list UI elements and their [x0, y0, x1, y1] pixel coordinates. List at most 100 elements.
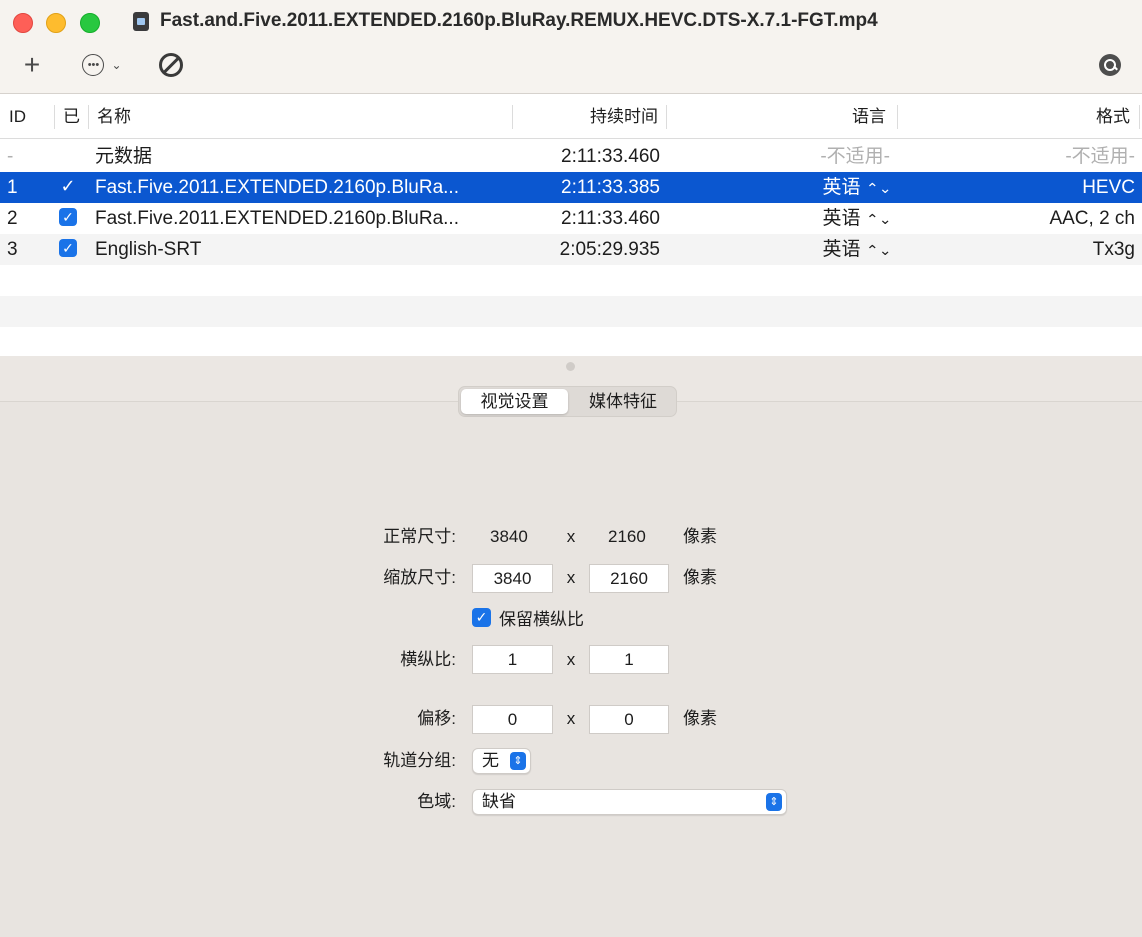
row-format: Tx3g	[1092, 239, 1135, 260]
empty-row	[0, 296, 1142, 327]
empty-row	[0, 265, 1142, 296]
up-down-chevron-icon: ⇕	[766, 793, 782, 811]
row-duration: 2:11:33.460	[561, 208, 660, 229]
table-row[interactable]: 2 ✓ Fast.Five.2011.EXTENDED.2160p.BluRa.…	[0, 203, 1142, 234]
row-language: 英语	[822, 239, 861, 260]
checkmark-icon: ✓	[59, 239, 77, 258]
aspect-ratio-label: 横纵比:	[400, 650, 456, 669]
row-name: Fast.Five.2011.EXTENDED.2160p.BluRa...	[95, 208, 459, 229]
language-popup[interactable]: 英语 ⌃⌄	[700, 172, 890, 203]
up-down-chevron-icon: ⌃⌄	[865, 180, 890, 196]
app-window: Fast.and.Five.2011.EXTENDED.2160p.BluRay…	[0, 0, 1142, 937]
column-header-language[interactable]: 语言	[700, 94, 886, 139]
offset-x-field[interactable]: 0	[472, 705, 553, 734]
times-label: x	[566, 527, 576, 546]
tab-media-characteristics[interactable]: 媒体特征	[571, 389, 675, 414]
row-id: -	[7, 146, 14, 167]
column-divider	[54, 105, 55, 129]
row-enabled-checkbox[interactable]: ✓	[59, 172, 79, 203]
search-button[interactable]	[1099, 50, 1121, 80]
unit-label: 像素	[683, 709, 717, 728]
chevron-down-icon: ⌄	[111, 58, 122, 72]
ellipsis-circle-icon: •••	[82, 54, 105, 76]
aspect-height-field[interactable]: 1	[589, 645, 669, 674]
titlebar: Fast.and.Five.2011.EXTENDED.2160p.BluRay…	[0, 0, 1142, 94]
settings-tabs: 视觉设置 媒体特征	[458, 386, 677, 417]
row-id: 1	[7, 177, 18, 198]
color-gamut-value: 缺省	[482, 792, 516, 811]
scaled-height-field[interactable]: 2160	[589, 564, 669, 593]
track-table: ID 已 名称 持续时间 语言 格式 - 元数据 2:11:33.460 -不适…	[0, 94, 1142, 356]
row-name: English-SRT	[95, 239, 202, 260]
up-down-chevron-icon: ⌃⌄	[865, 211, 890, 227]
window-title: Fast.and.Five.2011.EXTENDED.2160p.BluRay…	[160, 10, 878, 31]
row-name: 元数据	[95, 146, 153, 167]
document-icon	[133, 12, 149, 31]
table-header: ID 已 名称 持续时间 语言 格式	[0, 94, 1142, 139]
row-enabled-checkbox[interactable]: ✓	[59, 234, 79, 265]
column-header-id[interactable]: ID	[9, 94, 26, 139]
row-name: Fast.Five.2011.EXTENDED.2160p.BluRa...	[95, 177, 459, 198]
normal-height-value: 2160	[608, 527, 646, 546]
column-divider	[88, 105, 89, 129]
table-row[interactable]: 3 ✓ English-SRT 2:05:29.935 英语 ⌃⌄ Tx3g	[0, 234, 1142, 265]
scaled-width-field[interactable]: 3840	[472, 564, 553, 593]
unit-label: 像素	[683, 527, 717, 546]
up-down-chevron-icon: ⇕	[510, 752, 526, 770]
row-format: AAC, 2 ch	[1049, 208, 1135, 229]
column-header-duration[interactable]: 持续时间	[514, 94, 658, 139]
checkmark-icon: ✓	[472, 607, 491, 627]
times-label: x	[566, 568, 576, 587]
row-language: 英语	[822, 208, 861, 229]
search-icon	[1099, 54, 1121, 76]
up-down-chevron-icon: ⌃⌄	[865, 242, 890, 258]
normal-width-value: 3840	[490, 527, 528, 546]
add-track-button[interactable]: +	[18, 50, 46, 80]
offset-y-field[interactable]: 0	[589, 705, 669, 734]
tab-visual-settings[interactable]: 视觉设置	[461, 389, 568, 414]
unit-label: 像素	[683, 568, 717, 587]
column-divider	[1139, 105, 1140, 129]
row-enabled-checkbox[interactable]: ✓	[59, 203, 79, 234]
prohibited-icon	[159, 53, 183, 77]
column-header-enabled[interactable]: 已	[63, 94, 80, 139]
normal-size-label: 正常尺寸:	[383, 527, 456, 546]
keep-aspect-checkbox[interactable]: ✓ 保留横纵比	[472, 602, 584, 632]
column-header-format[interactable]: 格式	[960, 94, 1130, 139]
column-header-name[interactable]: 名称	[97, 94, 131, 139]
track-group-value: 无	[482, 751, 499, 770]
table-row[interactable]: - 元数据 2:11:33.460 -不适用- -不适用-	[0, 141, 1142, 172]
row-id: 2	[7, 208, 18, 229]
times-label: x	[566, 709, 576, 728]
scaled-size-label: 缩放尺寸:	[383, 568, 456, 587]
row-id: 3	[7, 239, 18, 260]
minimize-window-button[interactable]	[46, 13, 66, 33]
empty-row	[0, 327, 1142, 356]
language-popup[interactable]: 英语 ⌃⌄	[700, 203, 890, 234]
color-gamut-popup[interactable]: 缺省 ⇕	[472, 789, 787, 815]
table-row[interactable]: 1 ✓ Fast.Five.2011.EXTENDED.2160p.BluRa.…	[0, 172, 1142, 203]
times-label: x	[566, 650, 576, 669]
plus-icon: +	[23, 49, 41, 80]
column-divider	[666, 105, 667, 129]
zoom-window-button[interactable]	[80, 13, 100, 33]
language-popup[interactable]: 英语 ⌃⌄	[700, 234, 890, 265]
more-actions-button[interactable]: ••• ⌄	[76, 50, 128, 80]
column-divider	[897, 105, 898, 129]
row-language: -不适用-	[820, 146, 890, 167]
aspect-width-field[interactable]: 1	[472, 645, 553, 674]
track-group-label: 轨道分组:	[383, 751, 456, 770]
color-gamut-label: 色域:	[417, 792, 456, 811]
offset-label: 偏移:	[417, 709, 456, 728]
row-language: 英语	[822, 177, 861, 198]
checkmark-icon: ✓	[60, 176, 76, 197]
column-divider	[512, 105, 513, 129]
split-view-handle[interactable]	[566, 362, 575, 371]
disable-track-button[interactable]	[157, 50, 185, 80]
checkmark-icon: ✓	[59, 208, 77, 227]
row-duration: 2:05:29.935	[559, 239, 660, 260]
close-window-button[interactable]	[13, 13, 33, 33]
row-format: HEVC	[1082, 177, 1135, 198]
track-group-popup[interactable]: 无 ⇕	[472, 748, 531, 774]
row-duration: 2:11:33.385	[561, 177, 660, 198]
